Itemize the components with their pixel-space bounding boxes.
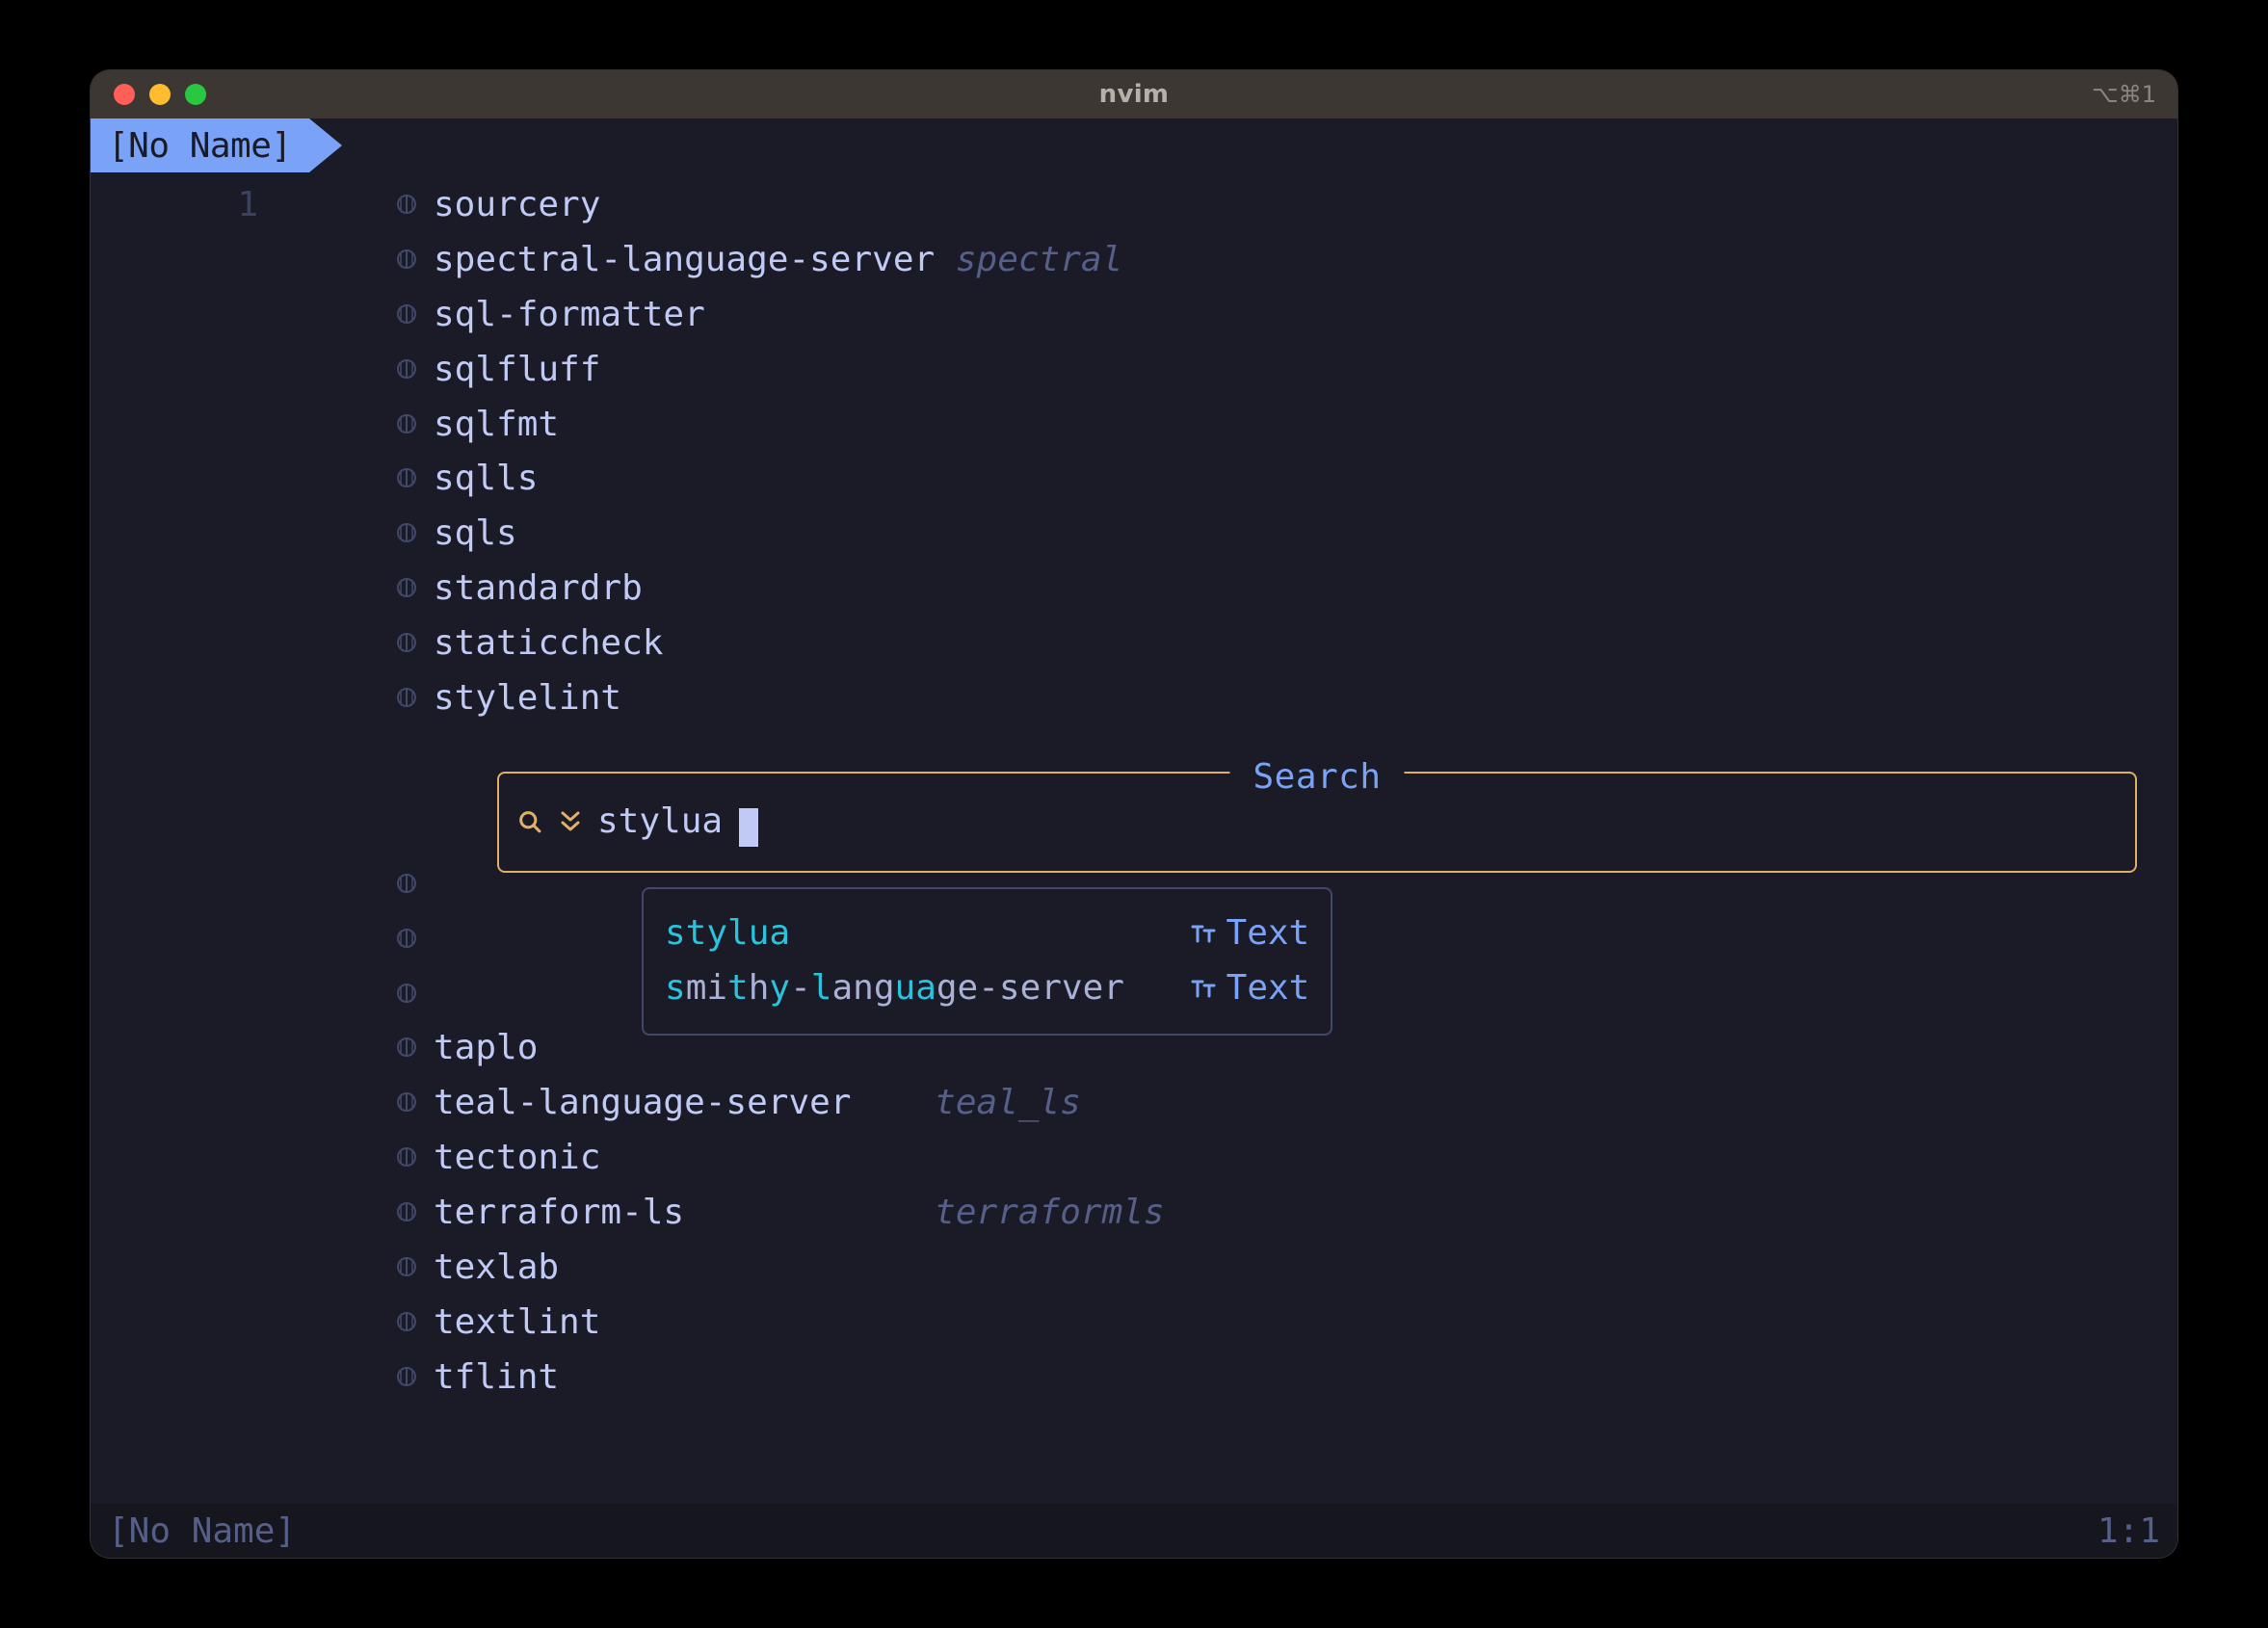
package-item[interactable]: tflint	[395, 1351, 2177, 1405]
line-number-gutter: 1	[91, 172, 293, 1504]
package-name: tflint	[434, 1357, 559, 1397]
window-title: nvim	[1099, 80, 1170, 109]
bullet-icon	[395, 1255, 434, 1278]
package-alias: teal_ls	[851, 1083, 1080, 1122]
bullet-icon	[395, 466, 434, 489]
package-item[interactable]: sqlls	[395, 452, 2177, 507]
package-item[interactable]: sourcery	[395, 178, 2177, 233]
package-name: sqlls	[434, 459, 538, 498]
text-cursor	[739, 808, 758, 847]
bullet-icon	[395, 412, 434, 435]
package-item[interactable]: teal-language-server teal_ls	[395, 1076, 2177, 1131]
package-name: staticcheck	[434, 623, 663, 663]
package-name: stylelint	[434, 678, 621, 718]
completion-item[interactable]: stylua Text	[665, 906, 1309, 961]
completion-item-kind: Text	[1190, 906, 1310, 961]
bullet-icon	[395, 521, 434, 544]
bullet-icon	[395, 631, 434, 654]
package-item[interactable]: sqlfluff	[395, 343, 2177, 398]
package-name: sqlfmt	[434, 405, 559, 444]
completion-item-name: smithy-language-server	[665, 961, 1124, 1016]
status-line: [No Name] 1:1	[91, 1504, 2177, 1558]
terminal-window: nvim ⌥⌘1 [No Name] 1 sourcery spectral-la…	[91, 70, 2177, 1558]
package-item[interactable]: sqlfmt	[395, 398, 2177, 453]
completion-item-name: stylua	[665, 906, 790, 961]
buffer-tab[interactable]: [No Name]	[91, 118, 309, 172]
search-title: Search	[1229, 750, 1404, 805]
close-window-button[interactable]	[114, 84, 135, 105]
window-shortcut-hint: ⌥⌘1	[2092, 81, 2156, 108]
package-alias: spectral	[935, 240, 1122, 279]
bullet-icon	[395, 1310, 434, 1333]
bullet-icon	[395, 302, 434, 326]
chevron-down-icon	[559, 807, 582, 836]
package-item[interactable]: sql-formatter	[395, 288, 2177, 343]
editor-area: [No Name] 1 sourcery spectral-language-se…	[91, 118, 2177, 1558]
bullet-icon	[395, 686, 434, 709]
package-name: sql-formatter	[434, 295, 705, 334]
bullet-icon	[395, 1090, 434, 1114]
search-prompt[interactable]: Search stylua	[497, 772, 2137, 873]
package-item[interactable]: staticcheck	[395, 617, 2177, 671]
search-input-value: stylua	[597, 795, 723, 850]
zoom-window-button[interactable]	[185, 84, 206, 105]
search-icon	[516, 808, 543, 835]
package-name: sqls	[434, 513, 517, 553]
package-alias: terraformls	[684, 1193, 1165, 1232]
package-item[interactable]: sqls	[395, 507, 2177, 562]
package-name: taplo	[434, 1028, 538, 1067]
bullet-icon	[395, 1036, 434, 1059]
bullet-icon	[395, 193, 434, 216]
package-item[interactable]: spectral-language-server spectral	[395, 233, 2177, 288]
package-item[interactable]: textlint	[395, 1296, 2177, 1351]
package-item[interactable]: standardrb	[395, 562, 2177, 617]
package-item[interactable]: stylelint	[395, 671, 2177, 726]
bullet-icon	[395, 248, 434, 271]
minimize-window-button[interactable]	[149, 84, 171, 105]
package-name: sqlfluff	[434, 350, 600, 389]
bullet-icon	[395, 357, 434, 381]
package-name: spectral-language-server	[434, 240, 935, 279]
line-number: 1	[91, 178, 258, 233]
bullet-icon	[395, 872, 434, 895]
bullet-icon	[395, 1200, 434, 1223]
bullet-icon	[395, 1365, 434, 1388]
package-name: sourcery	[434, 185, 600, 224]
bullet-icon	[395, 1145, 434, 1168]
package-item[interactable]: texlab	[395, 1241, 2177, 1296]
completion-item[interactable]: smithy-language-server Text	[665, 961, 1309, 1016]
bullet-icon	[395, 576, 434, 599]
traffic-lights	[114, 84, 206, 105]
package-name: terraform-ls	[434, 1193, 684, 1232]
package-name: teal-language-server	[434, 1083, 851, 1122]
text-kind-icon	[1190, 977, 1217, 1000]
package-name: textlint	[434, 1302, 600, 1342]
package-item[interactable]: terraform-ls terraformls	[395, 1186, 2177, 1241]
text-kind-icon	[1190, 922, 1217, 945]
titlebar: nvim ⌥⌘1	[91, 70, 2177, 118]
package-item[interactable]: tectonic	[395, 1131, 2177, 1186]
tab-strip: [No Name]	[91, 118, 2177, 172]
text-area[interactable]: sourcery spectral-language-server spectra…	[293, 172, 2177, 1504]
status-cursor-position: 1:1	[2097, 1511, 2160, 1551]
bullet-icon	[395, 927, 434, 950]
status-buffer-name: [No Name]	[108, 1511, 296, 1551]
package-name: texlab	[434, 1247, 559, 1287]
package-name: standardrb	[434, 568, 643, 608]
completion-popup[interactable]: stylua Textsmithy-language-server Text	[642, 887, 1332, 1036]
package-name: tectonic	[434, 1138, 600, 1177]
buffer-tab-label: [No Name]	[108, 126, 292, 166]
bullet-icon	[395, 982, 434, 1005]
buffer-content: 1 sourcery spectral-language-server spect…	[91, 172, 2177, 1504]
package-list-top: sourcery spectral-language-server spectra…	[395, 178, 2177, 726]
completion-item-kind: Text	[1190, 961, 1310, 1016]
